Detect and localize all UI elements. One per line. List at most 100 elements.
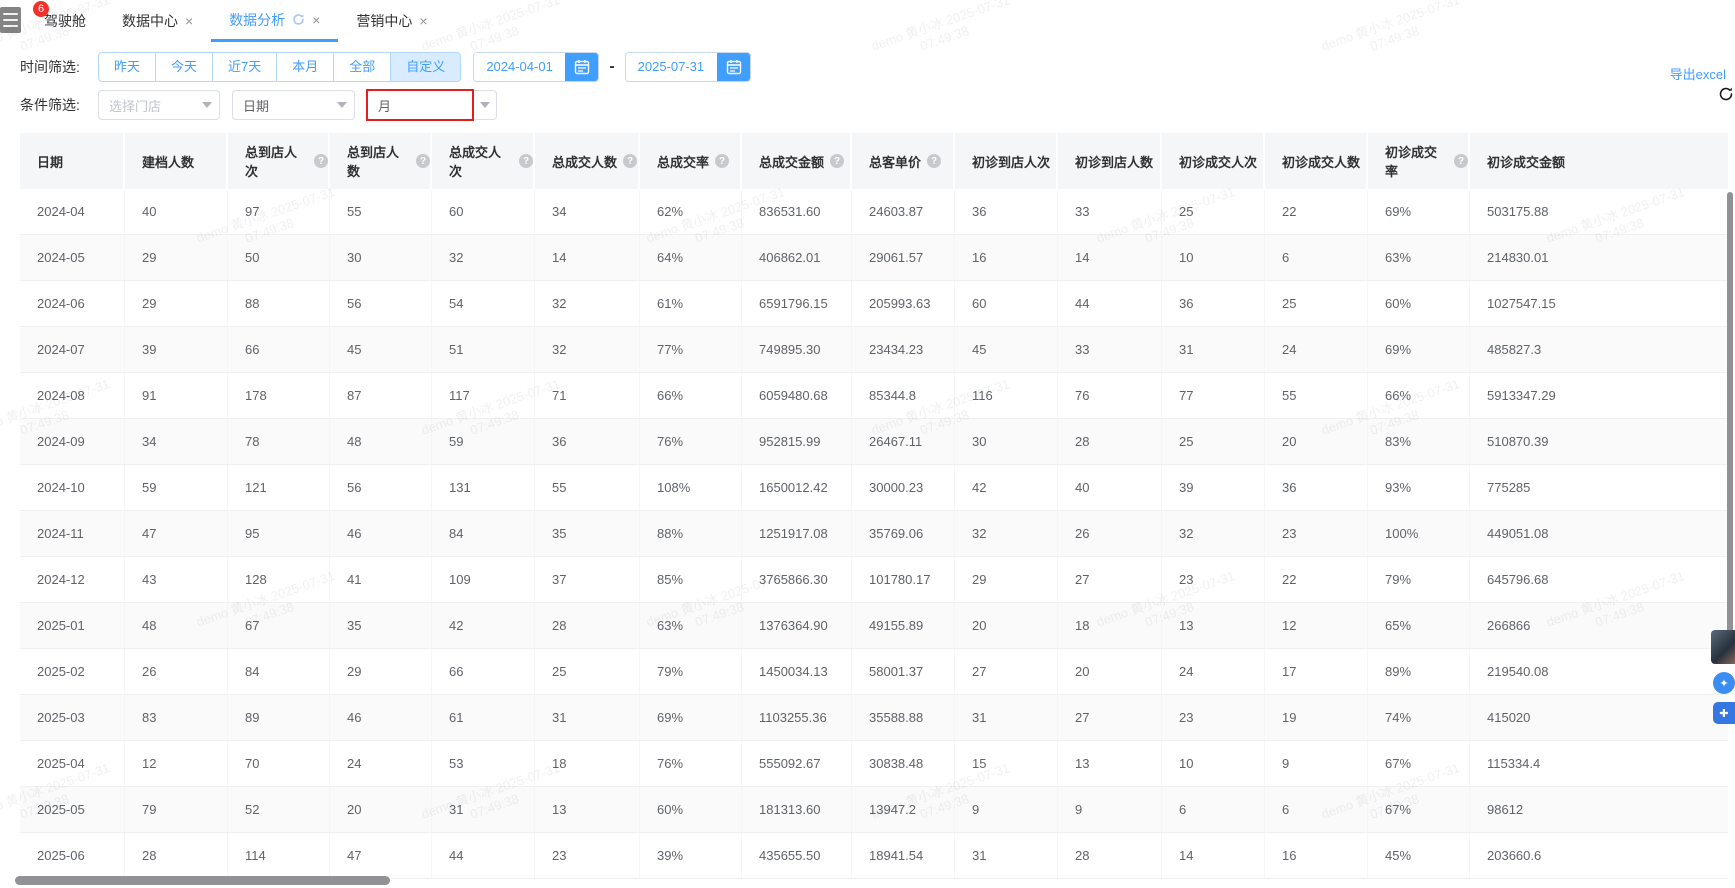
table-cell: 69% (1368, 327, 1470, 372)
table-cell: 42 (955, 465, 1058, 510)
table-cell: 42 (432, 603, 535, 648)
horizontal-scrollbar[interactable] (15, 876, 390, 885)
table-cell: 32 (535, 327, 640, 372)
table-cell: 46 (330, 511, 432, 556)
table-cell: 266866 (1487, 618, 1531, 633)
time-preset-今天[interactable]: 今天 (155, 52, 214, 82)
condition-select-日期[interactable]: 日期 (232, 90, 355, 120)
table-cell: 20 (1058, 649, 1162, 694)
table-cell: 13 (535, 787, 640, 832)
table-cell: 503175.88 (1487, 204, 1549, 219)
time-preset-昨天[interactable]: 昨天 (98, 52, 157, 82)
table-cell: 55 (535, 465, 640, 510)
table-cell: 61% (640, 281, 742, 326)
table-cell: 2024-07 (20, 327, 125, 372)
floating-assistant-icon[interactable]: ✚ (1713, 702, 1735, 724)
tab-label: 数据中心 (122, 13, 178, 29)
table-cell: 49155.89 (852, 603, 955, 648)
table-cell: 10 (1162, 741, 1265, 786)
table-cell: 23 (1265, 511, 1368, 556)
end-date-calendar-button[interactable] (716, 53, 750, 81)
table-cell: 36 (1162, 281, 1265, 326)
condition-filter-label: 条件筛选: (20, 97, 80, 113)
chevron-down-icon[interactable] (472, 91, 496, 119)
table-cell: 25 (1265, 281, 1368, 326)
table-cell: 55 (1265, 373, 1368, 418)
table-cell: 19 (1265, 695, 1368, 740)
start-date-value[interactable]: 2024-04-01 (474, 53, 567, 81)
help-icon[interactable]: ? (416, 154, 430, 168)
start-date-input[interactable]: 2024-04-01 (473, 52, 600, 82)
table-cell: 24 (1265, 327, 1368, 372)
tab-数据分析[interactable]: 数据分析 × (211, 0, 339, 42)
table-cell: 32 (535, 281, 640, 326)
table-cell: 10 (1162, 235, 1265, 280)
table-cell: 30 (330, 235, 432, 280)
column-header-总到店人次: 总到店人次? (228, 133, 330, 189)
start-date-calendar-button[interactable] (565, 53, 599, 81)
table-cell: 6 (1265, 787, 1368, 832)
table-cell: 37 (535, 557, 640, 602)
table-cell: 69% (640, 695, 742, 740)
tab-close-icon[interactable]: × (312, 13, 320, 27)
table-header-row: 日期 建档人数 总到店人次? 总到店人数? 总成交人次? 总成交人数? 总成交率? 总成交金额… (20, 133, 1728, 189)
app-root: 6 驾驶舱 数据中心 × 数据分析 × 营销中心 × 时间筛选: 昨天 今天 近7天 本月 全部 自定… (0, 0, 1735, 888)
help-icon[interactable]: ? (623, 154, 638, 168)
table-cell: 2024-04 (20, 189, 125, 234)
vertical-scrollbar[interactable] (1727, 192, 1733, 640)
table-cell: 14 (535, 235, 640, 280)
floating-promo-thumbnail[interactable] (1711, 630, 1735, 664)
export-excel-link[interactable]: 导出excel (1670, 64, 1726, 83)
table-cell: 116 (955, 373, 1058, 418)
end-date-input[interactable]: 2025-07-31 (624, 52, 751, 82)
table-cell: 51 (432, 327, 535, 372)
select-value: 选择门店 (109, 98, 162, 114)
table-cell: 13947.2 (852, 787, 955, 832)
help-icon[interactable]: ? (715, 154, 730, 168)
time-preset-近7天[interactable]: 近7天 (212, 52, 278, 82)
help-icon[interactable]: ? (927, 154, 942, 168)
menu-toggle-button[interactable] (0, 7, 21, 33)
tab-营销中心[interactable]: 营销中心 × (338, 0, 445, 42)
table-cell: 77 (1162, 373, 1265, 418)
table-cell: 40 (125, 189, 228, 234)
help-icon[interactable]: ? (1454, 154, 1468, 168)
table-cell: 12 (125, 741, 228, 786)
table-cell: 67 (228, 603, 330, 648)
table-cell: 1450034.13 (742, 649, 852, 694)
condition-select-选择门店[interactable]: 选择门店 (98, 90, 220, 120)
table-cell: 28 (535, 603, 640, 648)
table-cell: 3765866.30 (742, 557, 852, 602)
tab-refresh-icon[interactable] (292, 13, 305, 26)
table-cell: 31 (955, 833, 1058, 878)
tab-数据中心[interactable]: 数据中心 × (104, 0, 211, 42)
table-cell: 32 (432, 235, 535, 280)
table-body: 2024-04 40 97 55 60 34 62% 836531.60 24603.87 36 3… (20, 189, 1728, 879)
refresh-icon[interactable] (1718, 86, 1734, 102)
table-row: 2025-06 28 114 47 44 23 39% 435655.50 18941.54 31… (20, 833, 1728, 879)
tab-close-icon[interactable]: × (185, 14, 193, 28)
help-icon[interactable]: ? (519, 154, 533, 168)
floating-service-icon[interactable]: ✦ (1713, 672, 1735, 694)
table-cell: 60 (955, 281, 1058, 326)
table-cell: 510870.39 (1487, 434, 1549, 449)
column-label: 初诊成交人次 (1179, 154, 1258, 170)
time-preset-本月[interactable]: 本月 (276, 52, 335, 82)
table-row: 2025-04 12 70 24 53 18 76% 555092.67 30838.48 15 1… (20, 741, 1728, 787)
time-preset-全部[interactable]: 全部 (333, 52, 392, 82)
end-date-value[interactable]: 2025-07-31 (625, 53, 718, 81)
chevron-down-icon[interactable] (195, 91, 219, 119)
help-icon[interactable]: ? (830, 154, 845, 168)
time-preset-自定义[interactable]: 自定义 (390, 52, 462, 82)
table-cell: 13 (1162, 603, 1265, 648)
condition-filter-row: 条件筛选: 选择门店 日期 月 (20, 89, 1735, 121)
table-cell: 52 (228, 787, 330, 832)
column-header-总到店人数: 总到店人数? (330, 133, 432, 189)
chevron-down-icon[interactable] (330, 91, 354, 119)
tab-bar: 6 驾驶舱 数据中心 × 数据分析 × 营销中心 × (0, 0, 1735, 42)
column-header-总成交人次: 总成交人次? (432, 133, 535, 189)
help-icon[interactable]: ? (314, 154, 328, 168)
calendar-icon (575, 60, 590, 75)
tab-close-icon[interactable]: × (419, 14, 427, 28)
condition-select-月[interactable]: 月 (366, 89, 497, 121)
